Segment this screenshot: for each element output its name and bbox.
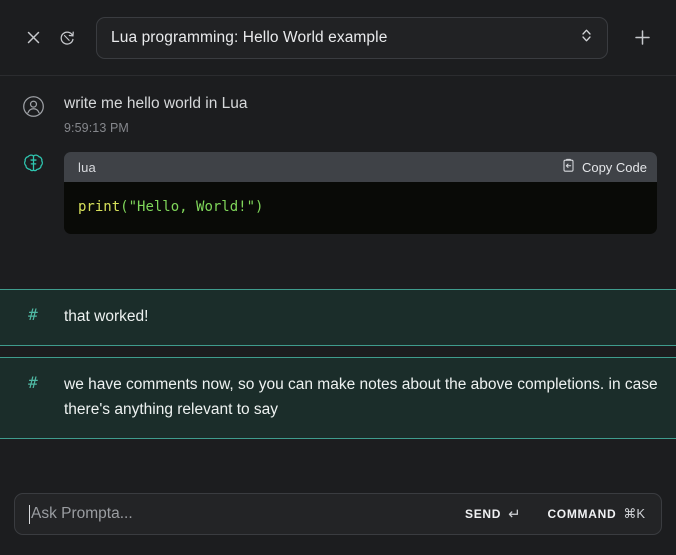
copy-code-label: Copy Code [582,160,647,175]
user-message: write me hello world in Lua 9:59:13 PM [0,76,676,135]
prompt-bar-wrapper: Ask Prompta... SEND ↵ COMMAND ⌘K [0,493,676,555]
command-label: COMMAND [547,507,616,521]
comment-text: that worked! [64,304,658,329]
comment-row[interactable]: # that worked! [0,289,676,346]
comment-spacer [0,346,676,357]
title-selector-button[interactable] [580,27,593,49]
user-message-text: write me hello world in Lua [64,94,658,114]
conversation-filler [0,234,676,289]
return-key-icon: ↵ [508,505,521,523]
prompta-chat-window: Lua programming: Hello World example [0,0,676,555]
code-language-label: lua [78,160,96,175]
conversation-title-field[interactable]: Lua programming: Hello World example [96,17,608,59]
code-token-close-paren: ) [255,199,263,215]
text-caret [29,505,30,524]
clipboard-copy-icon [561,158,576,176]
conversation-bottom-filler [0,439,676,494]
message-timestamp: 9:59:13 PM [64,121,658,135]
close-button[interactable] [16,21,50,55]
brain-icon [22,152,45,180]
command-hint[interactable]: COMMAND ⌘K [547,506,645,522]
comment-hash-icon: # [18,304,48,326]
code-token-function: print [78,199,120,215]
window-header: Lua programming: Hello World example [0,0,676,76]
close-x-icon [25,29,42,46]
command-key-shortcut: ⌘K [623,506,645,522]
comment-row[interactable]: # we have comments now, so you can make … [0,357,676,439]
comment-text: we have comments now, so you can make no… [64,372,658,422]
conversation-title-text: Lua programming: Hello World example [111,29,580,47]
new-conversation-button[interactable] [624,20,660,56]
prompt-input-placeholder[interactable]: Ask Prompta... [31,505,465,523]
copy-code-button[interactable]: Copy Code [561,158,647,176]
code-token-open-paren: ( [120,199,128,215]
sync-refresh-icon [58,29,76,47]
conversation-area: write me hello world in Lua 9:59:13 PM [0,76,676,493]
send-label: SEND [465,507,501,521]
code-token-string: "Hello, World!" [129,199,255,215]
code-content[interactable]: print("Hello, World!") [64,182,657,234]
chevron-up-down-icon [580,27,593,49]
code-block: lua Copy Code [64,152,657,234]
code-block-header: lua Copy Code [64,152,657,182]
assistant-message: lua Copy Code [0,135,676,234]
plus-icon [633,28,652,47]
user-avatar [18,94,48,124]
prompt-input-bar[interactable]: Ask Prompta... SEND ↵ COMMAND ⌘K [14,493,662,535]
refresh-button[interactable] [50,21,84,55]
assistant-avatar [18,151,48,181]
send-hint[interactable]: SEND ↵ [465,505,521,523]
comment-hash-icon: # [18,372,48,394]
user-avatar-icon [22,95,45,123]
